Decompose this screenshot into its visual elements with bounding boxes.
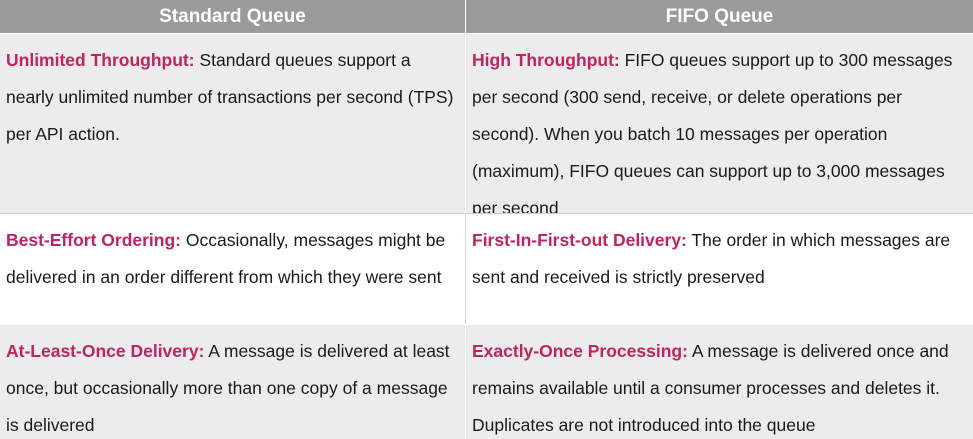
comparison-table: Standard Queue FIFO Queue Unlimited Thro… (0, 0, 973, 439)
desc-high-throughput: FIFO queues support up to 300 messages p… (472, 50, 953, 213)
term-best-effort-ordering: Best-Effort Ordering: (6, 230, 181, 250)
cell-standard-throughput: Unlimited Throughput: Standard queues su… (0, 33, 466, 213)
term-at-least-once-delivery: At-Least-Once Delivery: (6, 341, 205, 361)
cell-fifo-processing: Exactly-Once Processing: A message is de… (466, 324, 973, 439)
header-fifo-queue: FIFO Queue (466, 0, 973, 33)
cell-fifo-throughput: High Throughput: FIFO queues support up … (466, 33, 973, 213)
term-unlimited-throughput: Unlimited Throughput: (6, 50, 195, 70)
cell-fifo-ordering: First-In-First-out Delivery: The order i… (466, 213, 973, 324)
cell-standard-ordering: Best-Effort Ordering: Occasionally, mess… (0, 213, 466, 324)
header-standard-queue: Standard Queue (0, 0, 466, 33)
cell-standard-delivery: At-Least-Once Delivery: A message is del… (0, 324, 466, 439)
term-exactly-once-processing: Exactly-Once Processing: (472, 341, 688, 361)
term-first-in-first-out-delivery: First-In-First-out Delivery: (472, 230, 687, 250)
term-high-throughput: High Throughput: (472, 50, 620, 70)
